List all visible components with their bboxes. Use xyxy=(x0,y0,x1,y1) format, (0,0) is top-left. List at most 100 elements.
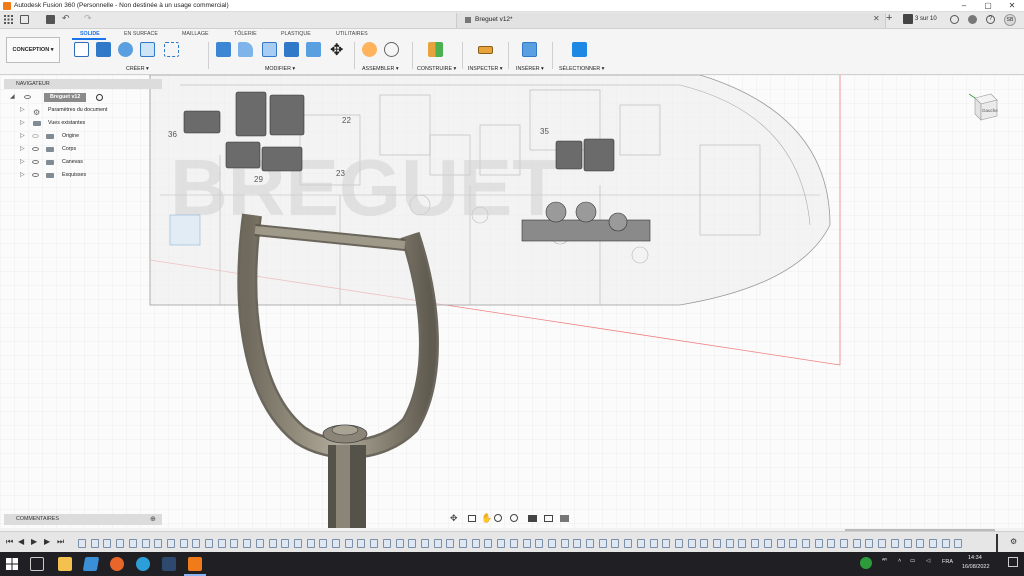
chevron-up-icon[interactable]: ˄ xyxy=(898,558,901,564)
navigator-item-parametres[interactable]: ▷ ⚙ Paramètres du document xyxy=(4,105,162,117)
document-tab[interactable]: Breguet v12* ✕ xyxy=(456,13,886,28)
grid-menu-icon[interactable] xyxy=(4,15,13,24)
navigator-item-origine[interactable]: ▷ Origine xyxy=(4,131,162,142)
visibility-eye-icon[interactable] xyxy=(32,134,39,138)
look-at-icon[interactable] xyxy=(468,515,476,522)
timeline-feature-icon[interactable] xyxy=(840,539,848,548)
file-explorer-icon[interactable] xyxy=(58,557,72,571)
timeline-last-icon[interactable]: ⏭ xyxy=(57,537,64,547)
timeline-feature-icon[interactable] xyxy=(763,539,772,548)
timeline-feature-icon[interactable] xyxy=(852,539,861,548)
timeline-scrollbar[interactable] xyxy=(845,529,995,531)
user-avatar[interactable]: SB xyxy=(1004,14,1016,26)
timeline-marker[interactable] xyxy=(996,534,998,552)
move-icon[interactable]: ✥ xyxy=(330,40,343,60)
timeline-feature-icon[interactable] xyxy=(674,539,683,548)
timeline-feature-icon[interactable] xyxy=(332,539,340,548)
expand-arrow-icon[interactable]: ▷ xyxy=(20,118,25,129)
timeline-feature-icon[interactable] xyxy=(268,539,277,548)
timeline-feature-icon[interactable] xyxy=(179,539,188,548)
fusion-taskbar-icon[interactable] xyxy=(188,557,202,571)
timeline-feature-icon[interactable] xyxy=(78,539,86,548)
timeline-feature-icon[interactable] xyxy=(814,539,823,548)
grid-settings-icon[interactable] xyxy=(544,515,553,522)
visibility-eye-icon[interactable] xyxy=(32,173,39,177)
timeline-feature-icon[interactable] xyxy=(738,539,747,548)
weather-icon[interactable] xyxy=(860,557,872,569)
zoom-window-icon[interactable] xyxy=(510,514,518,522)
timeline-play-icon[interactable]: ▶ xyxy=(31,537,37,546)
timeline-feature-icon[interactable] xyxy=(890,539,899,548)
timeline-first-icon[interactable]: ⏮ xyxy=(6,537,13,547)
timeline-feature-icon[interactable] xyxy=(941,539,950,548)
navigator-item-esquisses[interactable]: ▷ Esquisses xyxy=(4,170,162,181)
expand-arrow-icon[interactable]: ▷ xyxy=(20,144,25,155)
timeline-feature-icon[interactable] xyxy=(370,539,379,548)
timeline-feature-icon[interactable] xyxy=(484,539,493,548)
timeline-feature-icon[interactable] xyxy=(713,539,721,548)
tab-utilitaires[interactable]: UTILITAIRES xyxy=(336,31,368,37)
timeline-feature-icon[interactable] xyxy=(154,539,163,548)
timeline-feature-icon[interactable] xyxy=(471,539,480,548)
notification-center-icon[interactable] xyxy=(1008,557,1018,567)
revolve-icon[interactable] xyxy=(118,42,133,57)
timeline-feature-icon[interactable] xyxy=(916,539,925,548)
timeline-feature-icon[interactable] xyxy=(598,539,607,548)
timeline-feature-icon[interactable] xyxy=(928,539,937,548)
orbit-icon[interactable]: ✥ xyxy=(450,513,458,524)
timeline-feature-icon[interactable] xyxy=(243,539,252,548)
combine-icon[interactable] xyxy=(284,42,299,57)
timeline-feature-icon[interactable] xyxy=(459,539,467,548)
group-assembler[interactable]: ASSEMBLER ▾ xyxy=(362,66,399,72)
timeline-feature-icon[interactable] xyxy=(560,539,569,548)
activate-radio-icon[interactable] xyxy=(96,94,103,101)
measure-icon[interactable] xyxy=(478,46,493,54)
volume-icon[interactable]: ◁ xyxy=(926,558,930,564)
shell-icon[interactable] xyxy=(262,42,277,57)
workspace-switcher[interactable]: CONCEPTION ▾ xyxy=(6,37,60,63)
windows-start-icon[interactable] xyxy=(6,558,18,570)
tab-plastique[interactable]: PLASTIQUE xyxy=(281,31,311,37)
timeline-feature-icon[interactable] xyxy=(192,539,201,548)
timeline-feature-icon[interactable] xyxy=(662,539,671,548)
task-view-icon[interactable] xyxy=(30,557,44,571)
timeline-feature-icon[interactable] xyxy=(319,539,328,548)
timeline-feature-icon[interactable] xyxy=(509,539,518,548)
timeline-feature-icon[interactable] xyxy=(255,539,264,548)
visibility-eye-icon[interactable] xyxy=(32,160,39,164)
timeline-feature-icon[interactable] xyxy=(103,539,112,548)
clock-date[interactable]: 16/08/2022 xyxy=(962,564,990,570)
timeline-feature-icon[interactable] xyxy=(776,539,785,548)
timeline-feature-icon[interactable] xyxy=(420,539,429,548)
timeline-feature-icon[interactable] xyxy=(128,539,137,548)
timeline-feature-icon[interactable] xyxy=(433,539,442,548)
expand-arrow-icon[interactable]: ▷ xyxy=(20,170,25,181)
timeline-feature-icon[interactable] xyxy=(789,539,798,548)
tab-tolerie[interactable]: TÔLERIE xyxy=(234,31,257,37)
language-indicator[interactable]: FRA xyxy=(942,559,953,565)
expand-arrow-icon[interactable]: ▷ xyxy=(20,131,25,142)
extrude-icon[interactable] xyxy=(96,42,111,57)
timeline-feature-icon[interactable] xyxy=(166,539,175,548)
viewports-icon[interactable] xyxy=(560,515,569,522)
redo-icon[interactable]: ↷ xyxy=(84,13,92,24)
expand-arrow-icon[interactable]: ▷ xyxy=(20,105,25,116)
timeline-feature-icon[interactable] xyxy=(535,539,544,548)
file-icon[interactable] xyxy=(20,15,29,24)
timeline-feature-icon[interactable] xyxy=(624,539,633,548)
timeline-feature-icon[interactable] xyxy=(954,539,963,548)
timeline-feature-icon[interactable] xyxy=(611,539,620,548)
timeline-feature-icon[interactable] xyxy=(801,539,810,548)
timeline-feature-icon[interactable] xyxy=(700,539,709,548)
timeline-feature-icon[interactable] xyxy=(573,539,582,548)
timeline-feature-icon[interactable] xyxy=(382,539,391,548)
timeline-next-icon[interactable]: ▶ xyxy=(44,537,50,546)
offset-plane-icon[interactable] xyxy=(428,42,443,57)
jobs-icon[interactable] xyxy=(903,14,913,24)
jobs-status[interactable]: 3 sur 10 xyxy=(915,16,937,22)
timeline-feature-icon[interactable] xyxy=(344,539,353,548)
press-pull-icon[interactable] xyxy=(216,42,231,57)
network-icon[interactable]: ▭ xyxy=(910,558,915,564)
group-construire[interactable]: CONSTRUIRE ▾ xyxy=(417,66,456,72)
timeline-feature-icon[interactable] xyxy=(116,539,125,548)
